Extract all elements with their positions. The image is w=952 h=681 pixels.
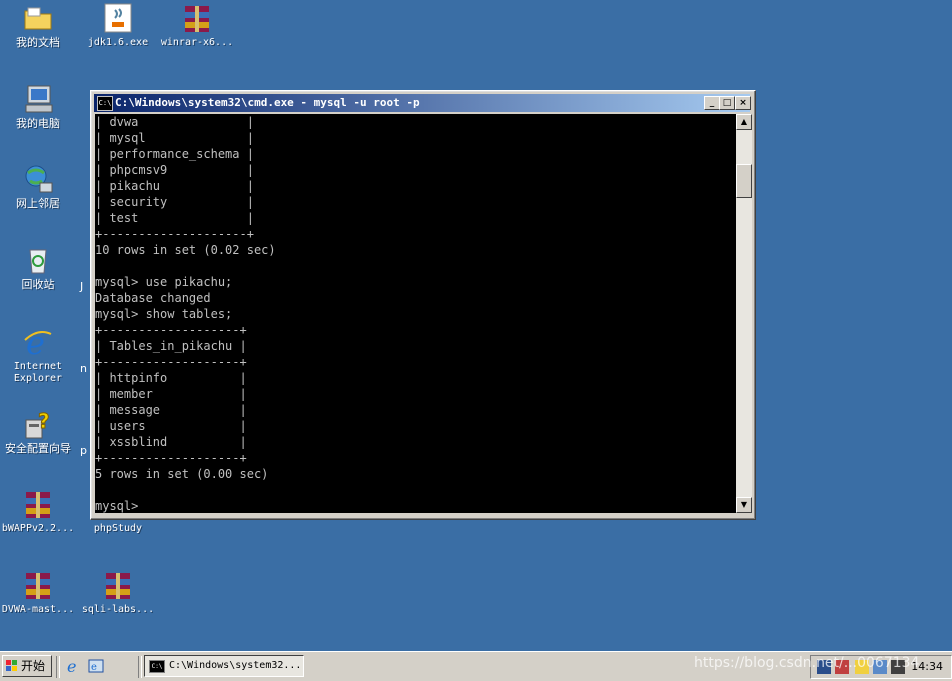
icon-label: bWAPPv2.2... [1, 523, 75, 534]
svg-text:e: e [26, 326, 45, 358]
security-wizard-icon: ? [22, 408, 54, 440]
console-line: +-------------------+ [95, 451, 247, 465]
console-line: | pikachu | [95, 179, 254, 193]
icon-label: 我的文档 [16, 36, 60, 49]
console-line: | xssblind | [95, 435, 247, 449]
winrar-icon [181, 2, 213, 34]
taskbar-separator [138, 656, 142, 678]
svg-text:e: e [91, 662, 97, 673]
cmd-icon: C:\ [97, 96, 113, 111]
console-line: Database changed [95, 291, 211, 305]
java-installer-icon [102, 2, 134, 34]
cmd-window[interactable]: C:\ C:\Windows\system32\cmd.exe - mysql … [90, 90, 756, 520]
console-line: | Tables_in_pikachu | [95, 339, 247, 353]
scroll-thumb[interactable] [736, 164, 752, 198]
minimize-button[interactable]: _ [704, 96, 720, 110]
internet-explorer-icon: e [22, 324, 54, 362]
window-title: C:\Windows\system32\cmd.exe - mysql -u r… [115, 96, 420, 109]
svg-text:?: ? [38, 409, 50, 433]
computer-icon [22, 83, 54, 115]
desktop-icon-sqli-labs[interactable]: sqli-labs... [78, 569, 158, 616]
scroll-down-button[interactable]: ▼ [736, 497, 752, 513]
desktop-icon-internet-explorer[interactable]: e Internet Explorer n [0, 324, 87, 385]
taskbar-cmd-button[interactable]: C:\ C:\Windows\system32... [144, 655, 304, 677]
start-label: 开始 [21, 659, 46, 673]
start-button[interactable]: 开始 [2, 655, 52, 677]
icon-label: phpStudy [93, 523, 143, 534]
winrar-icon [22, 488, 54, 520]
desktop-icon-my-documents[interactable]: 我的文档 [0, 2, 78, 49]
console-line: | users | [95, 419, 247, 433]
icon-label: sqli-labs... [81, 604, 155, 615]
console-line: 5 rows in set (0.00 sec) [95, 467, 269, 481]
folder-icon [22, 2, 54, 34]
partial-label-n: n [80, 362, 87, 375]
console-line: | performance_schema | [95, 147, 254, 161]
desktop-icon-jdk[interactable]: jdk1.6.exe [78, 2, 158, 49]
icon-label: Internet Explorer [13, 361, 63, 384]
desktop-icon-recycle-bin[interactable]: 回收站 J [0, 244, 83, 293]
close-button[interactable]: × [735, 96, 751, 110]
console-line: | mysql | [95, 131, 254, 145]
icon-label: 网上邻居 [16, 197, 60, 210]
desktop-icon-winrar[interactable]: winrar-x6... [157, 2, 237, 49]
winrar-icon [22, 569, 54, 601]
console-output[interactable]: | dvwa | | mysql | | performance_schema | |… [95, 114, 736, 513]
icon-label: 回收站 [21, 278, 55, 291]
partial-label-j: J [80, 280, 84, 293]
desktop-icon-security-wizard[interactable]: ? 安全配置向导 p [0, 408, 87, 458]
icon-label: 我的电脑 [16, 117, 60, 130]
icon-label: 安全配置向导 [5, 442, 71, 455]
desktop-icon-my-computer[interactable]: 我的电脑 [0, 83, 78, 130]
cmd-icon: C:\ [149, 660, 165, 673]
watermark: https://blog.csdn.net/...0067134 [694, 655, 920, 671]
svg-text:e: e [67, 658, 76, 674]
console-line: | member | [95, 387, 247, 401]
console-line: +-------------------+ [95, 355, 247, 369]
console-line: mysql> use pikachu; [95, 275, 233, 289]
console-line: | security | [95, 195, 254, 209]
network-icon [22, 163, 54, 195]
internet-explorer-icon[interactable]: e [66, 658, 82, 674]
windows-flag-icon [6, 660, 17, 671]
console-line: | httpinfo | [95, 371, 247, 385]
console-line: | message | [95, 403, 247, 417]
partial-label-p: p [80, 444, 87, 457]
winrar-icon [102, 569, 134, 601]
window-titlebar[interactable]: C:\ C:\Windows\system32\cmd.exe - mysql … [94, 94, 751, 112]
desktop-icon-bwapp[interactable]: bWAPPv2.2... [0, 488, 78, 535]
show-desktop-icon[interactable]: e [88, 658, 104, 674]
console-line: | test | [95, 211, 254, 225]
scroll-up-button[interactable]: ▲ [736, 114, 752, 130]
console-line: +--------------------+ [95, 227, 254, 241]
taskbar-separator [56, 656, 60, 678]
console-line: | dvwa | [95, 115, 254, 129]
console-line: mysql> show tables; [95, 307, 233, 321]
taskbar-button-label: C:\Windows\system32... [169, 660, 302, 671]
icon-label: winrar-x6... [160, 37, 234, 48]
vertical-scrollbar[interactable]: ▲ ▼ [736, 114, 752, 513]
desktop-icon-dvwa[interactable]: DVWA-mast... [0, 569, 78, 616]
console-line: mysql> [95, 499, 139, 513]
console-line: +-------------------+ [95, 323, 247, 337]
maximize-button[interactable]: □ [719, 96, 735, 110]
console-line: 10 rows in set (0.02 sec) [95, 243, 276, 257]
recycle-bin-icon [22, 244, 54, 276]
desktop-icon-network[interactable]: 网上邻居 [0, 163, 78, 210]
icon-label: jdk1.6.exe [87, 37, 149, 48]
icon-label: DVWA-mast... [1, 604, 75, 615]
console-line: | phpcmsv9 | [95, 163, 254, 177]
